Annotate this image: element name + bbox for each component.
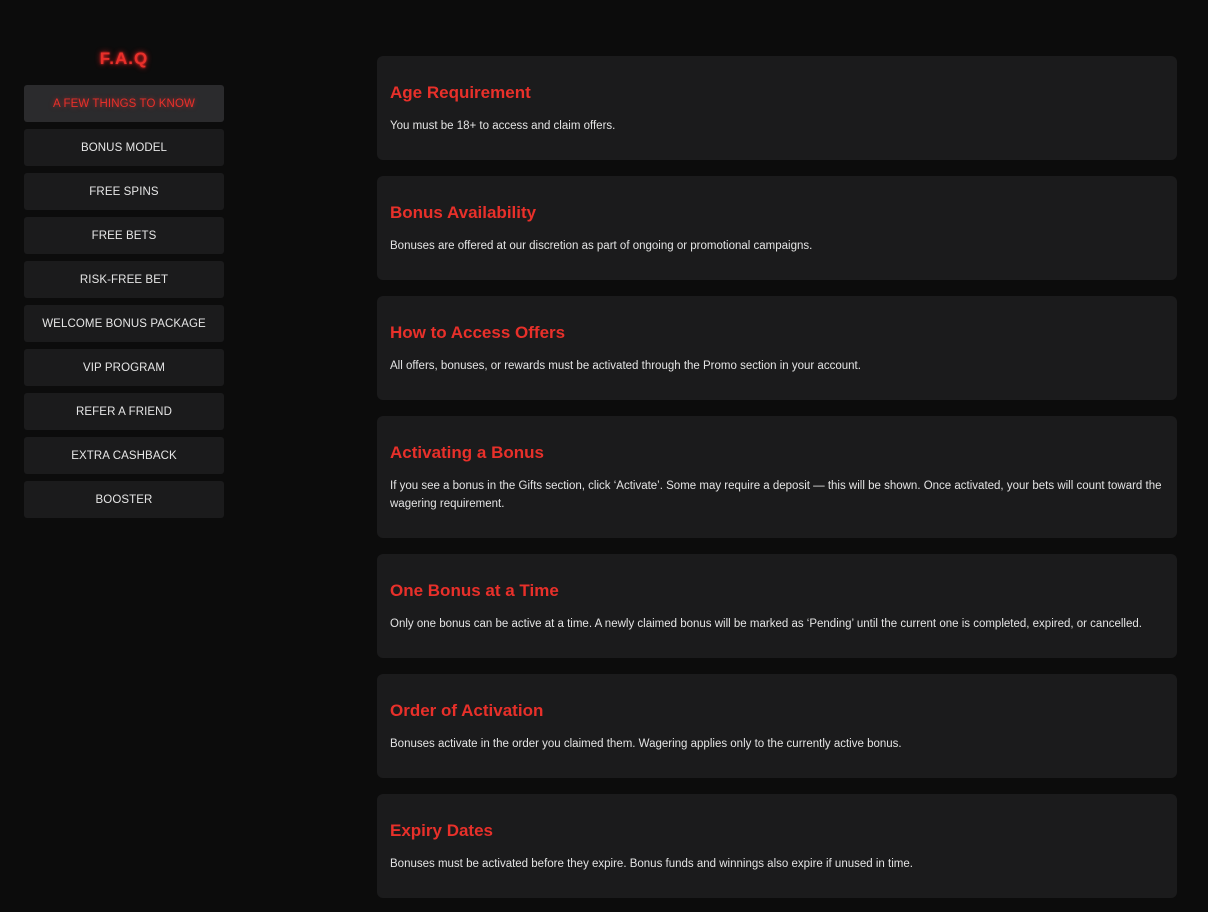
sidebar-item-refer-a-friend[interactable]: REFER A FRIEND: [24, 393, 224, 430]
sidebar-item-a-few-things-to-know[interactable]: A FEW THINGS TO KNOW: [24, 85, 224, 122]
faq-card-age-requirement: Age Requirement You must be 18+ to acces…: [377, 56, 1177, 160]
faq-card-title: How to Access Offers: [390, 323, 566, 342]
faq-card-text: You must be 18+ to access and claim offe…: [390, 120, 616, 132]
faq-card-title: Age Requirement: [390, 83, 531, 102]
faq-card-bonus-availability: Bonus Availability Bonuses are offered a…: [377, 176, 1177, 280]
sidebar-item-welcome-bonus-package[interactable]: WELCOME BONUS PACKAGE: [24, 305, 224, 342]
faq-card-title: Expiry Dates: [390, 821, 493, 840]
faq-card-text: Bonuses are offered at our discretion as…: [390, 240, 813, 252]
sidebar-item-free-spins[interactable]: FREE SPINS: [24, 173, 224, 210]
faq-card-order-of-activation: Order of Activation Bonuses activate in …: [377, 674, 1177, 778]
faq-card-text: Only one bonus can be active at a time. …: [390, 618, 1142, 630]
faq-card-text: Bonuses activate in the order you claime…: [390, 738, 902, 750]
faq-card-how-to-access-offers: How to Access Offers All offers, bonuses…: [377, 296, 1177, 400]
faq-card-one-bonus-at-a-time: One Bonus at a Time Only one bonus can b…: [377, 554, 1177, 658]
faq-page: F.A.Q A FEW THINGS TO KNOW BONUS MODEL F…: [0, 0, 1208, 912]
faq-card-title: One Bonus at a Time: [390, 581, 559, 600]
faq-card-text: Bonuses must be activated before they ex…: [390, 858, 913, 870]
faq-card-title: Bonus Availability: [390, 203, 537, 222]
faq-card-text: All offers, bonuses, or rewards must be …: [390, 360, 861, 372]
faq-card-title: Activating a Bonus: [390, 443, 544, 462]
faq-card-activating-a-bonus: Activating a Bonus If you see a bonus in…: [377, 416, 1177, 538]
sidebar-item-extra-cashback[interactable]: EXTRA CASHBACK: [24, 437, 224, 474]
faq-card-expiry-dates: Expiry Dates Bonuses must be activated b…: [377, 794, 1177, 898]
faq-content: Age Requirement You must be 18+ to acces…: [377, 56, 1177, 912]
sidebar-item-free-bets[interactable]: FREE BETS: [24, 217, 224, 254]
sidebar-item-vip-program[interactable]: VIP PROGRAM: [24, 349, 224, 386]
sidebar-item-booster[interactable]: BOOSTER: [24, 481, 224, 518]
sidebar-item-bonus-model[interactable]: BONUS MODEL: [24, 129, 224, 166]
sidebar-item-risk-free-bet[interactable]: RISK-FREE BET: [24, 261, 224, 298]
faq-card-text: If you see a bonus in the Gifts section,…: [390, 480, 1162, 510]
faq-card-title: Order of Activation: [390, 701, 544, 720]
faq-title: F.A.Q: [99, 49, 149, 68]
faq-category-nav: A FEW THINGS TO KNOW BONUS MODEL FREE SP…: [24, 85, 224, 518]
faq-sidebar: F.A.Q A FEW THINGS TO KNOW BONUS MODEL F…: [24, 44, 224, 525]
